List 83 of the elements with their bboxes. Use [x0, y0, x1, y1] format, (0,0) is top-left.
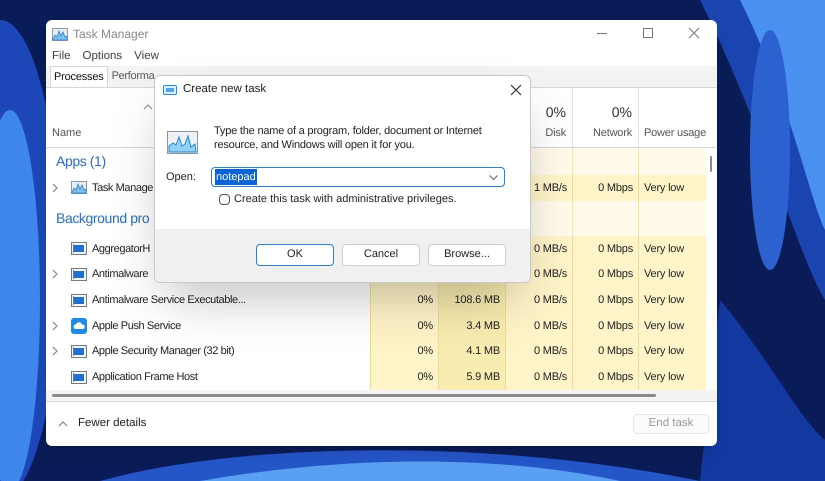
chevron-right-icon[interactable]	[52, 269, 58, 280]
column-total: 0%	[612, 104, 632, 122]
details-link[interactable]: Fewer details	[78, 415, 146, 433]
table-cell-text: Very low	[644, 318, 684, 334]
process-name: Apple Security Manager (32 bit)	[92, 344, 234, 360]
table-cell-text: 0 Mbps	[598, 292, 633, 308]
scrollbar-thumb[interactable]	[710, 156, 712, 172]
table-cell-text: 0%	[418, 344, 433, 360]
table-cell-text: 0%	[418, 318, 433, 334]
table-cell-text: 0 MB/s	[534, 370, 567, 385]
field-label: Open:	[165, 170, 197, 185]
table-cell-text: 0 MB/s	[534, 344, 567, 360]
process-name: Apple Push Service	[92, 318, 181, 334]
chevron-right-icon[interactable]	[52, 346, 58, 356]
table-cell	[638, 148, 706, 175]
table-cell-text: 0 MB/s	[534, 267, 567, 282]
chart-icon	[52, 28, 68, 40]
table-cell-text: Very low	[644, 267, 684, 282]
table-cell-text: 0 MB/s	[534, 318, 567, 334]
checkbox-label[interactable]: Create this task with administrative privileges.	[234, 191, 457, 208]
table-cell	[572, 148, 638, 175]
process-name: AggregatorH	[92, 242, 150, 257]
scrollbar-thumb[interactable]	[52, 394, 656, 397]
table-cell-text: Very low	[644, 344, 684, 360]
chevron-up-icon[interactable]	[143, 104, 153, 110]
window-icon	[163, 84, 177, 94]
process-name: Antimalware	[92, 267, 148, 282]
column-total: 0%	[546, 104, 566, 122]
table-cell-text: 0 MB/s	[534, 242, 567, 257]
table-cell-text: 0 MB/s	[534, 292, 567, 308]
dialog-button[interactable]: Browse...	[428, 244, 506, 266]
table-cell-text: 0%	[418, 292, 433, 308]
table-cell	[638, 200, 706, 236]
tab[interactable]: Processes	[50, 66, 108, 87]
dialog-message: Type the name of a program, folder, document or Internet resource, and Windows will open it for you.	[214, 124, 483, 152]
table-cell-text: 108.6 MB	[454, 292, 500, 308]
chart-icon	[71, 181, 87, 194]
chevron-right-icon[interactable]	[52, 320, 58, 331]
table-cell-text: 5.9 MB	[466, 370, 500, 385]
checkbox[interactable]	[219, 194, 230, 205]
chevron-right-icon[interactable]	[52, 182, 58, 193]
table-cell-text: 3.4 MB	[466, 318, 500, 334]
group-heading: Background pro	[56, 208, 150, 228]
window-icon	[71, 344, 87, 358]
window-icon	[71, 268, 87, 281]
window-title: Task Manager	[73, 26, 148, 43]
dialog-button[interactable]: Cancel	[342, 244, 420, 266]
process-name: Task Manage	[92, 180, 154, 196]
chevron-down-icon[interactable]	[489, 174, 498, 180]
table-cell-text: 0 Mbps	[598, 242, 633, 257]
menu-item[interactable]: View	[134, 48, 159, 66]
table-cell-text: Very low	[644, 370, 684, 385]
window-icon	[71, 294, 87, 307]
menu-item[interactable]: File	[52, 48, 71, 66]
window-icon	[71, 370, 87, 384]
table-cell-text: 0 Mbps	[598, 344, 633, 360]
group-heading: Apps (1)	[56, 152, 106, 171]
table-cell-text: 0 Mbps	[598, 318, 633, 334]
column-header[interactable]: Network	[593, 124, 632, 141]
table-cell-text: 0 Mbps	[598, 180, 633, 196]
column-header[interactable]: Name	[52, 124, 82, 141]
chart-icon	[167, 131, 198, 154]
table-cell-text: Very low	[644, 292, 684, 308]
table-cell-text: 4.1 MB	[466, 344, 500, 360]
table-cell	[572, 200, 638, 236]
table-cell-text: 0 Mbps	[598, 267, 633, 282]
dialog-button[interactable]: OK	[256, 244, 334, 266]
table-cell-text: Very low	[644, 242, 684, 257]
window-icon	[71, 242, 87, 256]
table-cell-text: 1 MB/s	[534, 180, 567, 196]
close-icon[interactable]	[510, 84, 522, 96]
menu-item[interactable]: Options	[82, 48, 122, 66]
dialog-title: Create new task	[183, 82, 266, 97]
table-cell-text: 0 Mbps	[598, 370, 633, 385]
combo-box[interactable]: notepad	[211, 167, 505, 187]
column-header[interactable]: Disk	[545, 124, 566, 141]
column-header[interactable]: Power usage	[644, 124, 706, 141]
table-cell-text: Very low	[644, 180, 684, 196]
process-name: Antimalware Service Executable...	[92, 292, 246, 308]
process-name: Application Frame Host	[92, 370, 198, 385]
table-cell-text: 0%	[418, 370, 433, 385]
cloud-icon	[71, 318, 87, 334]
chevron-up-icon[interactable]	[58, 421, 68, 427]
